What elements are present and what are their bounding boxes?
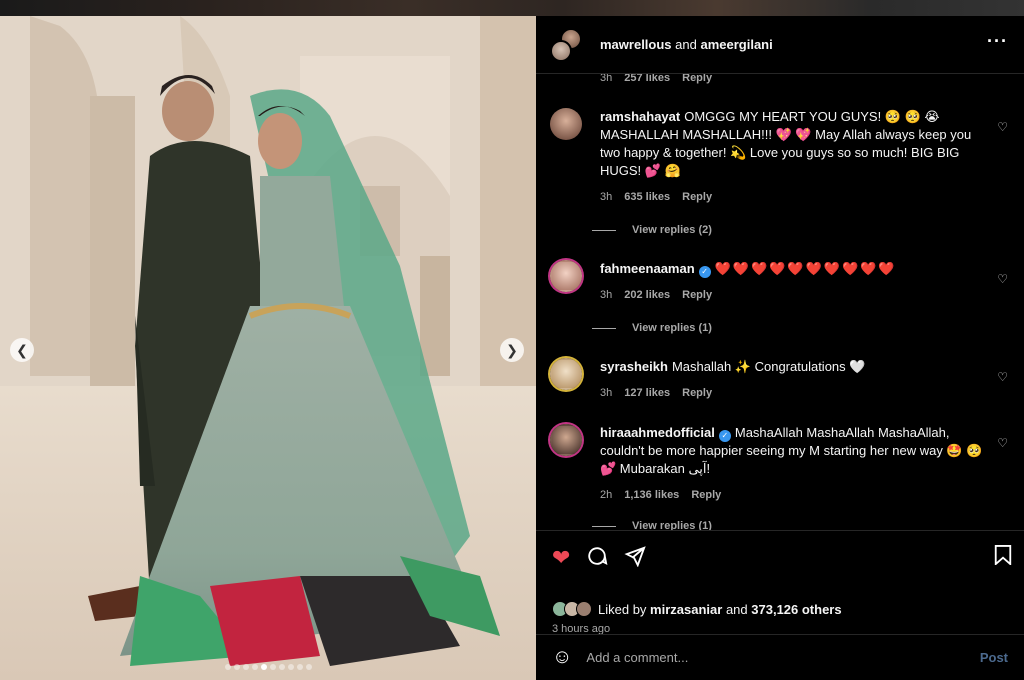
- view-replies-button[interactable]: View replies (1): [592, 520, 712, 530]
- emoji-icon[interactable]: ☺: [552, 646, 572, 669]
- comment-meta: 3h 127 likes Reply: [600, 384, 990, 402]
- comment-likes[interactable]: 635 likes: [624, 188, 670, 206]
- previous-image-arrow[interactable]: ❮: [10, 338, 34, 362]
- background-feed-strip: [0, 0, 1024, 16]
- reply-button[interactable]: Reply: [682, 384, 712, 402]
- avatar: [576, 601, 592, 617]
- comments-list[interactable]: 3h 257 likes Reply ramshahayat OMGGG MY H…: [536, 74, 1024, 530]
- heart-outline-icon[interactable]: ♡: [997, 120, 1008, 134]
- carousel-dot: [269, 664, 276, 670]
- view-replies-label: View replies (2): [632, 224, 712, 236]
- author-username[interactable]: ameergilani: [700, 37, 772, 52]
- carousel-dot: [287, 664, 294, 670]
- comment-input[interactable]: [586, 650, 980, 665]
- comment: hiraaahmedofficial ✓ MashaAllah MashaAllah…: [550, 424, 1020, 504]
- carousel-indicator: [0, 664, 536, 670]
- divider-line: [592, 229, 616, 231]
- comment-likes[interactable]: 1,136 likes: [624, 486, 679, 504]
- comment-likes[interactable]: 257 likes: [624, 74, 670, 84]
- liked-by: Liked by mirzasaniar and 373,126 others: [552, 601, 842, 617]
- comment-meta: 2h 1,136 likes Reply: [600, 486, 990, 504]
- avatar[interactable]: [550, 358, 582, 390]
- comment-username[interactable]: hiraaahmedofficial: [600, 425, 715, 440]
- avatar: [550, 39, 572, 62]
- comment-time: 3h: [600, 387, 613, 399]
- wedding-photo: [0, 16, 536, 680]
- author-username[interactable]: mawrellous: [600, 37, 672, 52]
- comment: fahmeenaaman ✓ ❤️❤️❤️❤️❤️❤️❤️❤️❤️❤️ 3h 202…: [550, 260, 1020, 304]
- post-header: mawrellous and ameergilani ···: [536, 16, 1024, 74]
- comment-likes[interactable]: 202 likes: [624, 286, 670, 304]
- verified-badge-icon: ✓: [718, 430, 731, 442]
- avatar[interactable]: [550, 260, 582, 292]
- send-icon[interactable]: [624, 545, 647, 573]
- carousel-dot: [224, 664, 231, 670]
- heart-outline-icon[interactable]: ♡: [997, 436, 1008, 450]
- avatar[interactable]: [550, 424, 582, 456]
- carousel-dot: [251, 664, 258, 670]
- carousel-dot: [278, 664, 285, 670]
- collab-avatars[interactable]: [550, 27, 584, 62]
- and-text: and: [675, 37, 697, 52]
- add-comment-bar: ☺ Post: [536, 634, 1024, 680]
- comment-time: 2h: [600, 489, 613, 501]
- liked-by-and: and: [725, 601, 748, 617]
- reply-button[interactable]: Reply: [691, 486, 721, 504]
- comment-likes[interactable]: 127 likes: [624, 384, 670, 402]
- view-replies-label: View replies (1): [632, 322, 712, 334]
- divider-line: [592, 327, 616, 329]
- carousel-dot: [242, 664, 249, 670]
- post-detail-panel: mawrellous and ameergilani ··· 3h 257 li…: [536, 16, 1024, 680]
- liked-by-prefix: Liked by: [598, 601, 647, 617]
- comment-username[interactable]: ramshahayat: [600, 109, 680, 124]
- heart-outline-icon[interactable]: ♡: [997, 272, 1008, 286]
- view-replies-label: View replies (1): [632, 520, 712, 530]
- view-replies-button[interactable]: View replies (2): [592, 224, 712, 236]
- comment-time: 3h: [600, 191, 613, 203]
- carousel-dot: [233, 664, 240, 670]
- post-authors: mawrellous and ameergilani: [600, 37, 773, 52]
- comment-meta: 3h 202 likes Reply: [600, 286, 990, 304]
- comment-time: 3h: [600, 74, 613, 84]
- liked-by-user[interactable]: mirzasaniar: [650, 602, 722, 617]
- comment-text: ❤️❤️❤️❤️❤️❤️❤️❤️❤️❤️: [714, 261, 897, 276]
- avatar[interactable]: [550, 108, 582, 140]
- heart-outline-icon[interactable]: ♡: [997, 370, 1008, 384]
- carousel-dot: [305, 664, 312, 670]
- reply-button[interactable]: Reply: [682, 74, 712, 84]
- bookmark-icon[interactable]: [994, 545, 1012, 571]
- comment-text: Mashallah ✨ Congratulations 🤍: [671, 359, 866, 374]
- comment-meta: 3h 635 likes Reply: [600, 188, 990, 206]
- divider-line: [592, 525, 616, 527]
- more-horizontal-icon[interactable]: ···: [987, 32, 1008, 50]
- reply-button[interactable]: Reply: [682, 286, 712, 304]
- next-image-arrow[interactable]: ❯: [500, 338, 524, 362]
- reply-button[interactable]: Reply: [682, 188, 712, 206]
- comment-username[interactable]: fahmeenaaman: [600, 261, 695, 276]
- likes-count[interactable]: 373,126 others: [751, 602, 841, 617]
- comment: syrasheikh Mashallah ✨ Congratulations 🤍 …: [550, 358, 1020, 402]
- carousel-dot: [260, 664, 267, 670]
- comment-meta: 3h 257 likes Reply: [600, 74, 712, 84]
- view-replies-button[interactable]: View replies (1): [592, 322, 712, 334]
- comment: ramshahayat OMGGG MY HEART YOU GUYS! 🥺 🥺 …: [550, 108, 1020, 206]
- comment-username[interactable]: syrasheikh: [600, 359, 668, 374]
- heart-filled-icon[interactable]: ❤: [552, 545, 570, 573]
- post-media[interactable]: ❮ ❯: [0, 16, 536, 680]
- verified-badge-icon: ✓: [698, 266, 711, 278]
- carousel-dot: [296, 664, 303, 670]
- post-button[interactable]: Post: [980, 650, 1008, 665]
- comment-icon[interactable]: [586, 545, 608, 573]
- comment-time: 3h: [600, 289, 613, 301]
